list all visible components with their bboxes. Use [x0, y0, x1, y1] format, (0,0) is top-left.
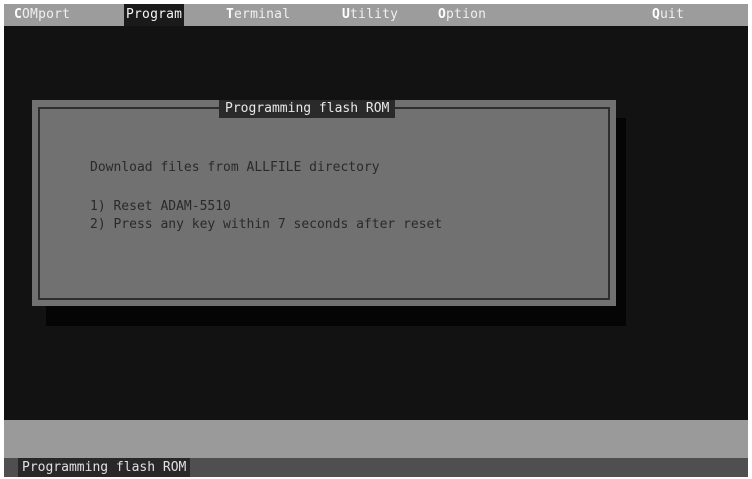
- menu-bar: COMport Program Terminal Utility Option …: [4, 4, 748, 26]
- menu-utility[interactable]: Utility: [340, 4, 400, 26]
- menu-terminal-label: erminal: [234, 7, 291, 22]
- menu-program-label: Program: [126, 7, 183, 22]
- programming-dialog: Programming flash ROM Download files fro…: [32, 100, 616, 306]
- dialog-step-1: 1) Reset ADAM-5510: [90, 199, 231, 214]
- menu-program[interactable]: Program: [124, 4, 185, 26]
- menu-utility-hotkey: U: [342, 7, 351, 22]
- menu-option-hotkey: O: [438, 7, 447, 22]
- menu-quit-label: uit: [660, 7, 685, 22]
- menu-quit-hotkey: Q: [652, 7, 661, 22]
- dialog-step-2: 2) Press any key within 7 seconds after …: [90, 217, 443, 232]
- menu-option[interactable]: Option: [436, 4, 488, 26]
- menu-utility-label: tility: [350, 7, 399, 22]
- dos-screen: COMport Program Terminal Utility Option …: [4, 4, 748, 477]
- status-area: [4, 420, 748, 458]
- menu-terminal[interactable]: Terminal: [224, 4, 292, 26]
- menu-terminal-hotkey: T: [226, 7, 235, 22]
- menu-comport-hotkey: C: [14, 7, 23, 22]
- dialog-title: Programming flash ROM: [219, 100, 396, 118]
- menu-comport[interactable]: COMport: [12, 4, 72, 26]
- status-text: Programming flash ROM: [18, 458, 191, 477]
- status-bar: Programming flash ROM: [4, 458, 748, 477]
- dialog-instruction: Download files from ALLFILE directory: [90, 160, 380, 175]
- menu-option-label: ption: [446, 7, 487, 22]
- menu-comport-label: OMport: [22, 7, 71, 22]
- menu-quit[interactable]: Quit: [650, 4, 686, 26]
